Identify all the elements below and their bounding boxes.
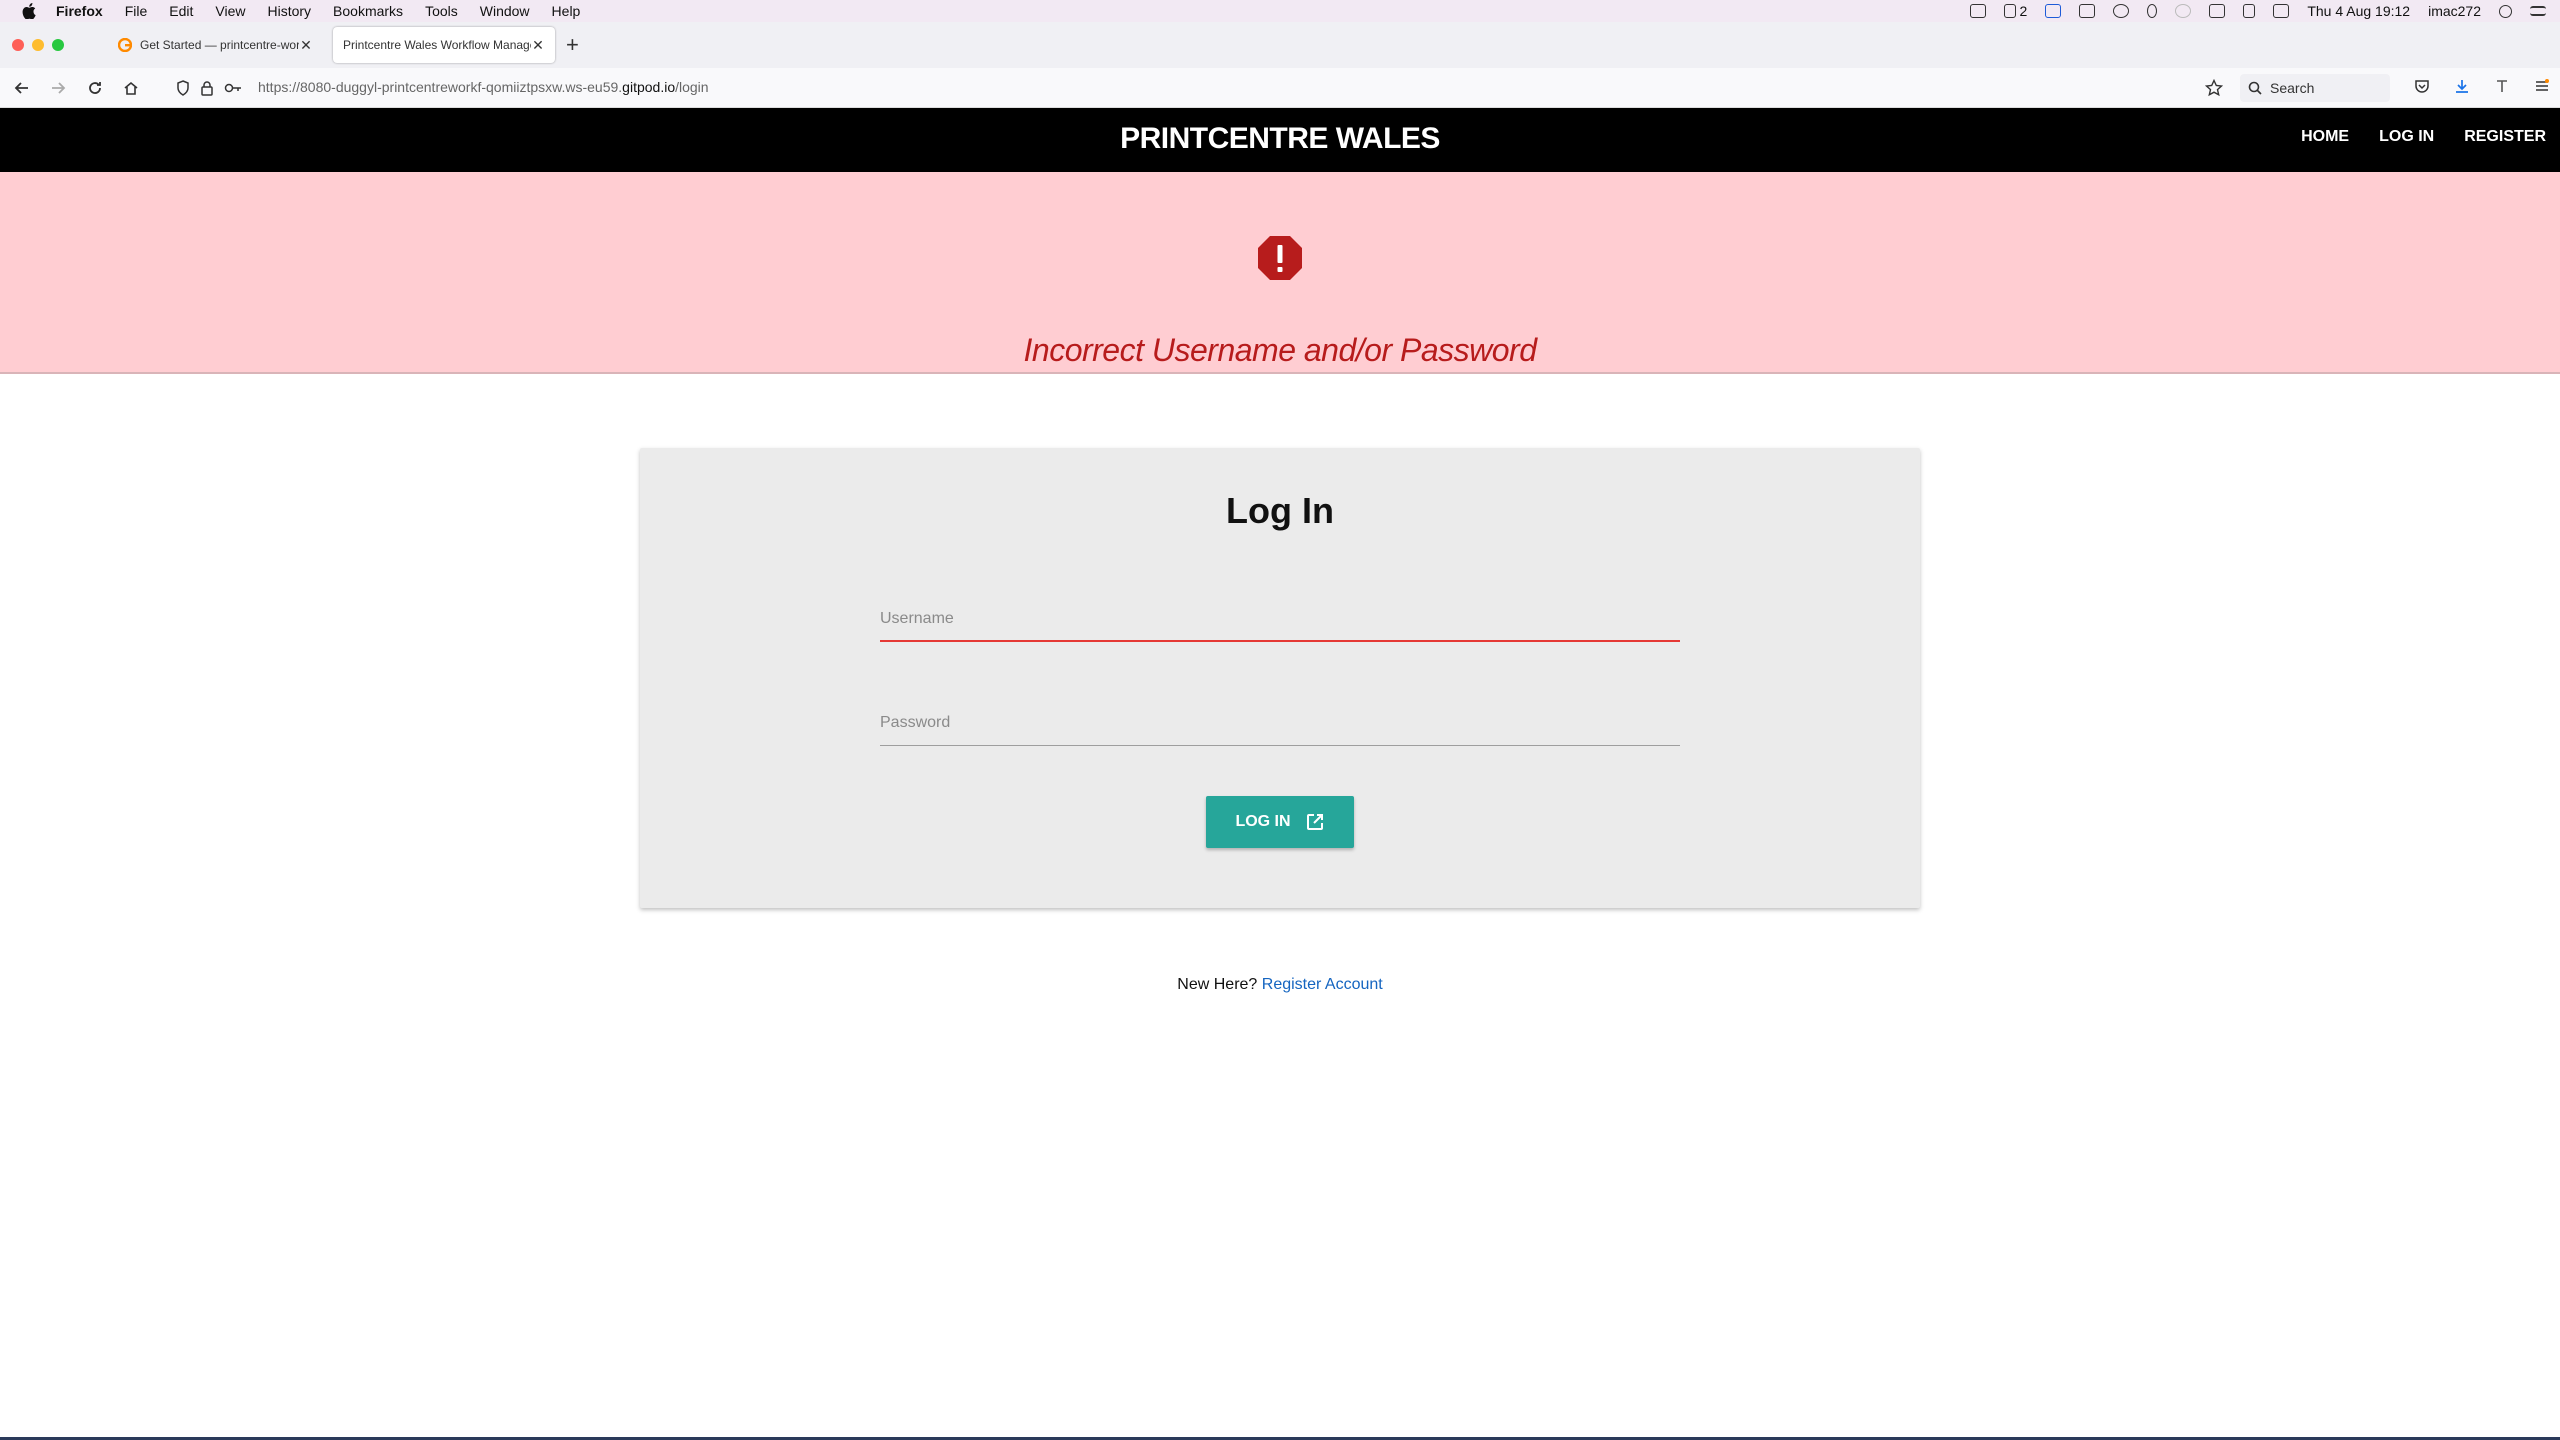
register-account-link[interactable]: Register Account bbox=[1262, 976, 1383, 993]
notification-center-icon[interactable] bbox=[2530, 6, 2546, 16]
lock-icon[interactable] bbox=[200, 80, 214, 96]
window-controls bbox=[12, 39, 64, 51]
volume-icon[interactable] bbox=[2243, 4, 2256, 18]
username-field[interactable]: Username bbox=[880, 598, 1680, 642]
url-security-icons bbox=[176, 80, 242, 96]
toolbar-right bbox=[2414, 78, 2550, 94]
home-button[interactable] bbox=[121, 78, 141, 98]
login-card: Log In Username Password LOG IN bbox=[640, 448, 1920, 908]
home-icon bbox=[124, 81, 138, 95]
menu-view[interactable]: View bbox=[215, 3, 245, 19]
menu-help[interactable]: Help bbox=[552, 3, 581, 19]
username-label: Username bbox=[880, 610, 954, 627]
url-path: /login bbox=[675, 79, 709, 95]
nav-register-link[interactable]: REGISTER bbox=[2464, 128, 2546, 146]
wifi-icon[interactable] bbox=[2175, 4, 2192, 18]
sync-status-icon[interactable] bbox=[1969, 4, 1986, 18]
key-icon[interactable] bbox=[224, 82, 242, 94]
register-prompt-text: New Here? bbox=[1177, 976, 1258, 993]
status-area: 2 Thu 4 Aug 19:12 imac272 bbox=[1969, 0, 2546, 22]
screenshot-icon[interactable] bbox=[2045, 4, 2062, 18]
menu-tools[interactable]: Tools bbox=[425, 3, 458, 19]
menu-bookmarks[interactable]: Bookmarks bbox=[333, 3, 403, 19]
site-nav: HOME LOG IN REGISTER bbox=[2301, 128, 2546, 146]
shield-icon[interactable] bbox=[176, 80, 190, 96]
input-source-icon[interactable] bbox=[2273, 4, 2290, 18]
browser-tab-strip: Get Started — printcentre-workf ✕ Printc… bbox=[0, 22, 2560, 68]
nav-login-link[interactable]: LOG IN bbox=[2379, 128, 2434, 146]
password-underline bbox=[880, 745, 1680, 746]
register-prompt: New Here? Register Account bbox=[0, 976, 2560, 994]
tab-close-icon[interactable]: ✕ bbox=[299, 37, 313, 54]
url-domain: gitpod.io bbox=[622, 79, 676, 95]
menu-file[interactable]: File bbox=[125, 3, 148, 19]
error-alert-banner: Incorrect Username and/or Password bbox=[0, 172, 2560, 374]
apple-icon[interactable] bbox=[22, 3, 36, 19]
forward-button[interactable] bbox=[48, 78, 68, 98]
extensions-icon[interactable] bbox=[2494, 78, 2510, 94]
menu-app-firefox[interactable]: Firefox bbox=[56, 3, 103, 19]
url-bar[interactable]: https://8080-duggyl-printcentreworkf-qom… bbox=[258, 79, 709, 95]
username-underline bbox=[880, 640, 1680, 642]
browser-nav-bar: https://8080-duggyl-printcentreworkf-qom… bbox=[0, 68, 2560, 108]
menu-edit[interactable]: Edit bbox=[169, 3, 193, 19]
tab-close-icon[interactable]: ✕ bbox=[531, 37, 545, 54]
menu-history[interactable]: History bbox=[267, 3, 311, 19]
search-placeholder: Search bbox=[2270, 80, 2315, 96]
reload-button[interactable] bbox=[85, 78, 105, 98]
exclamation-octagon-icon bbox=[1258, 236, 1302, 280]
login-button-label: LOG IN bbox=[1235, 813, 1291, 830]
url-prefix: https://8080-duggyl-printcentreworkf-qom… bbox=[258, 79, 623, 95]
site-brand-logo[interactable]: PRINTCENTRE WALES bbox=[0, 122, 2560, 156]
error-message: Incorrect Username and/or Password bbox=[1023, 332, 1538, 368]
password-label: Password bbox=[880, 714, 951, 731]
minimize-window-button[interactable] bbox=[32, 39, 44, 51]
reload-icon bbox=[89, 82, 101, 94]
arrow-left-icon bbox=[14, 82, 28, 94]
bluetooth-icon[interactable] bbox=[2147, 4, 2158, 18]
user-name[interactable]: imac272 bbox=[2428, 3, 2481, 19]
tab-get-started[interactable]: Get Started — printcentre-workf ✕ bbox=[108, 27, 323, 63]
tab-title: Get Started — printcentre-workf bbox=[140, 38, 299, 52]
adobe-badge-count: 2 bbox=[2019, 3, 2028, 19]
close-window-button[interactable] bbox=[12, 39, 24, 51]
time-machine-icon[interactable] bbox=[2113, 4, 2130, 18]
star-icon bbox=[2205, 79, 2223, 97]
arrow-right-icon bbox=[52, 82, 66, 94]
adobe-status-item[interactable]: 2 bbox=[2003, 3, 2028, 19]
search-input[interactable]: Search bbox=[2240, 74, 2390, 102]
airplay-icon[interactable] bbox=[2209, 4, 2226, 18]
site-header: PRINTCENTRE WALES HOME LOG IN REGISTER bbox=[0, 108, 2560, 172]
tab-printcentre-login[interactable]: Printcentre Wales Workflow Manage ✕ bbox=[333, 27, 555, 63]
menu-window[interactable]: Window bbox=[480, 3, 530, 19]
adobe-icon bbox=[2003, 4, 2016, 18]
maximize-window-button[interactable] bbox=[52, 39, 64, 51]
login-title: Log In bbox=[1226, 490, 1334, 531]
folder-icon[interactable] bbox=[2079, 4, 2096, 18]
bookmark-star-button[interactable] bbox=[2204, 78, 2224, 98]
nav-home-link[interactable]: HOME bbox=[2301, 128, 2349, 146]
login-submit-button[interactable]: LOG IN bbox=[1206, 796, 1354, 848]
new-tab-button[interactable]: + bbox=[566, 34, 579, 56]
open-in-new-icon bbox=[1306, 814, 1323, 830]
password-field[interactable]: Password bbox=[880, 702, 1680, 746]
search-icon bbox=[2248, 81, 2262, 95]
spotlight-search-icon[interactable] bbox=[2499, 4, 2512, 18]
clock[interactable]: Thu 4 Aug 19:12 bbox=[2307, 3, 2410, 19]
pocket-icon[interactable] bbox=[2414, 78, 2430, 94]
back-button[interactable] bbox=[12, 78, 32, 98]
os-menu-bar: Firefox File Edit View History Bookmarks… bbox=[0, 0, 2560, 22]
gitpod-favicon-icon bbox=[118, 38, 132, 52]
downloads-icon[interactable] bbox=[2454, 78, 2470, 94]
tab-title: Printcentre Wales Workflow Manage bbox=[343, 38, 531, 52]
app-menu-icon[interactable] bbox=[2534, 78, 2550, 94]
